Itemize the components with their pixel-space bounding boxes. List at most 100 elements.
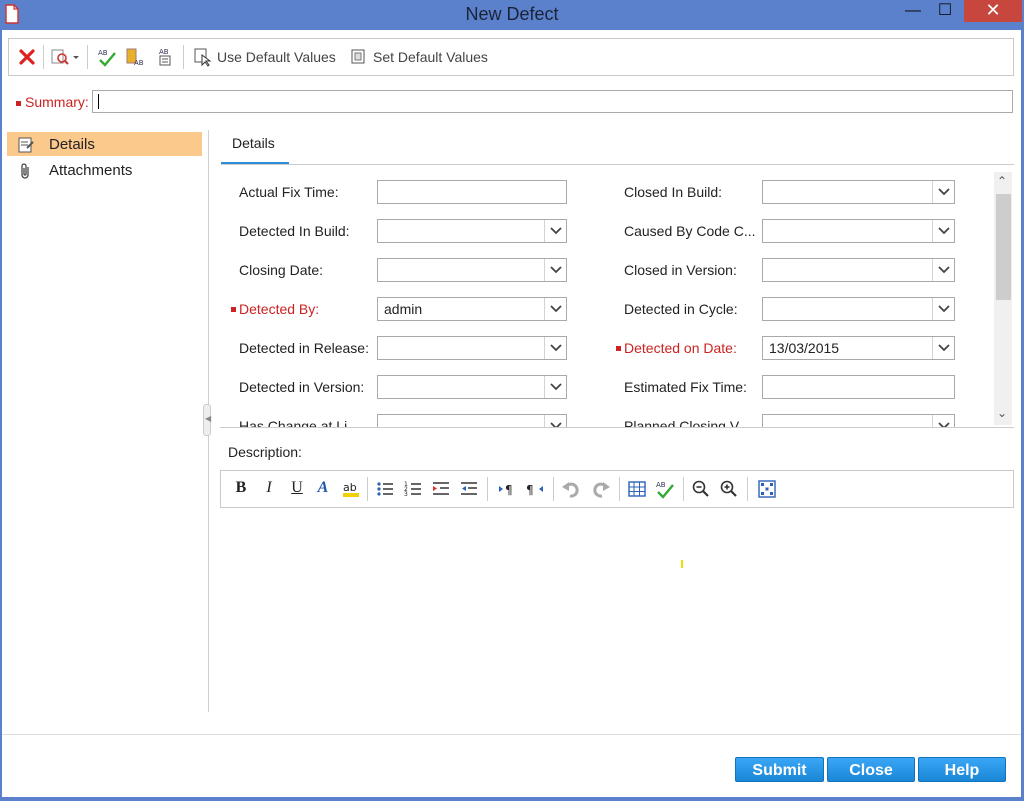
zoom-out-icon[interactable] [691, 479, 711, 499]
svg-text:3: 3 [404, 491, 408, 498]
title-bar: New Defect — ☐ ✕ [0, 0, 1024, 30]
delete-icon[interactable] [17, 47, 37, 67]
paperclip-icon [21, 163, 29, 179]
spelling-options-icon[interactable]: AB [155, 47, 175, 67]
select-caused-by-code-c[interactable] [762, 219, 955, 243]
toolbar-separator [367, 477, 368, 501]
maximize-button[interactable]: ☐ [932, 0, 958, 22]
thesaurus-icon[interactable]: AB [125, 47, 145, 67]
new-defect-window: New Defect — ☐ ✕ AB AB AB Use Default Va… [0, 0, 1024, 801]
tab-divider [221, 164, 1014, 165]
chevron-down-icon[interactable] [932, 259, 954, 281]
select-closing-date[interactable] [377, 258, 567, 282]
tab-details[interactable]: Details [221, 131, 289, 165]
description-editor[interactable] [220, 508, 1014, 712]
find-dropdown-icon[interactable] [51, 47, 81, 67]
undo-icon[interactable] [561, 479, 581, 499]
underline-button[interactable]: U [287, 479, 307, 499]
close-window-button[interactable]: ✕ [964, 0, 1022, 22]
ltr-direction-icon[interactable]: ¶ [497, 479, 517, 499]
toolbar-separator [43, 45, 44, 69]
chevron-down-icon[interactable] [544, 337, 566, 359]
use-default-values-icon[interactable] [193, 47, 213, 67]
dialog-body: AB AB AB Use Default Values Set Default … [2, 30, 1021, 797]
field-label-has-change-at-li: Has Change at Li... [239, 418, 359, 427]
full-screen-icon[interactable] [757, 479, 777, 499]
svg-text:¶: ¶ [526, 483, 534, 497]
toolbar-separator [619, 477, 620, 501]
table-icon[interactable] [627, 479, 647, 499]
italic-button[interactable]: I [259, 479, 279, 499]
input-estimated-fix-time[interactable] [762, 375, 955, 399]
highlight-icon[interactable]: ab [341, 479, 361, 499]
set-default-values-icon[interactable] [349, 47, 369, 67]
sidebar-item-label: Details [49, 136, 95, 153]
help-button[interactable]: Help [918, 757, 1006, 782]
chevron-down-icon[interactable] [932, 415, 954, 427]
field-label-text: Closed In Build: [624, 184, 723, 200]
chevron-down-icon[interactable] [932, 220, 954, 242]
zoom-in-icon[interactable] [719, 479, 739, 499]
sidebar: Details Attachments [2, 130, 209, 712]
use-default-values-button[interactable]: Use Default Values [217, 49, 336, 65]
svg-text:ab: ab [343, 481, 357, 494]
chevron-down-icon[interactable] [932, 298, 954, 320]
select-detected-in-release[interactable] [377, 336, 567, 360]
redo-icon[interactable] [591, 479, 611, 499]
submit-button[interactable]: Submit [735, 757, 824, 782]
chevron-down-icon[interactable] [544, 220, 566, 242]
chevron-down-icon[interactable] [544, 298, 566, 320]
select-closed-in-build[interactable] [762, 180, 955, 204]
summary-label: Summary: [16, 94, 89, 110]
select-planned-closing-v[interactable] [762, 414, 955, 427]
chevron-down-icon[interactable] [544, 376, 566, 398]
field-label-closed-in-version: Closed in Version: [624, 262, 737, 278]
chevron-down-icon[interactable] [932, 337, 954, 359]
select-closed-in-version[interactable] [762, 258, 955, 282]
bullet-list-icon[interactable] [375, 479, 395, 499]
field-label-text: Estimated Fix Time: [624, 379, 747, 395]
outdent-icon[interactable] [459, 479, 479, 499]
select-has-change-at-li[interactable] [377, 414, 567, 427]
chevron-down-icon[interactable] [932, 181, 954, 203]
collapse-sidebar-handle[interactable]: ◀ [203, 404, 211, 436]
font-color-button[interactable]: A [313, 479, 333, 499]
scroll-up-icon[interactable]: ⌃ [997, 174, 1007, 188]
bold-button[interactable]: B [231, 479, 251, 499]
scrollbar-thumb[interactable] [996, 194, 1011, 300]
close-button[interactable]: Close [827, 757, 915, 782]
fields-scrollbar[interactable]: ⌃ ⌄ [994, 172, 1012, 425]
svg-text:AB: AB [656, 481, 666, 489]
numbered-list-icon[interactable]: 123 [403, 479, 423, 499]
spell-check-icon[interactable]: AB [655, 479, 675, 499]
chevron-down-icon[interactable] [544, 259, 566, 281]
select-detected-in-build[interactable] [377, 219, 567, 243]
input-actual-fix-time[interactable] [377, 180, 567, 204]
svg-text:¶: ¶ [505, 483, 513, 497]
field-label-text: Detected By: [239, 301, 320, 317]
spell-check-icon[interactable]: AB [97, 47, 117, 67]
field-label-text: Closed in Version: [624, 262, 737, 278]
sidebar-item-details[interactable]: Details [7, 132, 202, 156]
details-fields: Actual Fix Time: Detected In Build: Closin… [220, 172, 1014, 427]
indent-icon[interactable] [431, 479, 451, 499]
field-label-text: Closing Date: [239, 262, 324, 278]
chevron-down-icon[interactable] [544, 415, 566, 427]
summary-input[interactable] [92, 90, 1013, 113]
scroll-down-icon[interactable]: ⌄ [997, 406, 1007, 420]
field-label-text: Actual Fix Time: [239, 184, 339, 200]
set-default-values-button[interactable]: Set Default Values [373, 49, 488, 65]
rtl-direction-icon[interactable]: ¶ [525, 479, 545, 499]
sidebar-item-label: Attachments [49, 162, 133, 179]
select-detected-on-date[interactable]: 13/03/2015 [762, 336, 955, 360]
select-detected-in-version[interactable] [377, 375, 567, 399]
sidebar-item-attachments[interactable]: Attachments [7, 158, 202, 182]
description-toolbar: B I U A ab 123 ¶ ¶ AB [220, 470, 1014, 508]
field-label-detected-in-cycle: Detected in Cycle: [624, 301, 738, 317]
select-detected-in-cycle[interactable] [762, 297, 955, 321]
field-label-text: Has Change at Li... [239, 418, 359, 427]
select-detected-by[interactable]: admin [377, 297, 567, 321]
required-marker [16, 100, 21, 106]
field-value: 13/03/2015 [769, 340, 840, 356]
minimize-button[interactable]: — [900, 2, 926, 24]
